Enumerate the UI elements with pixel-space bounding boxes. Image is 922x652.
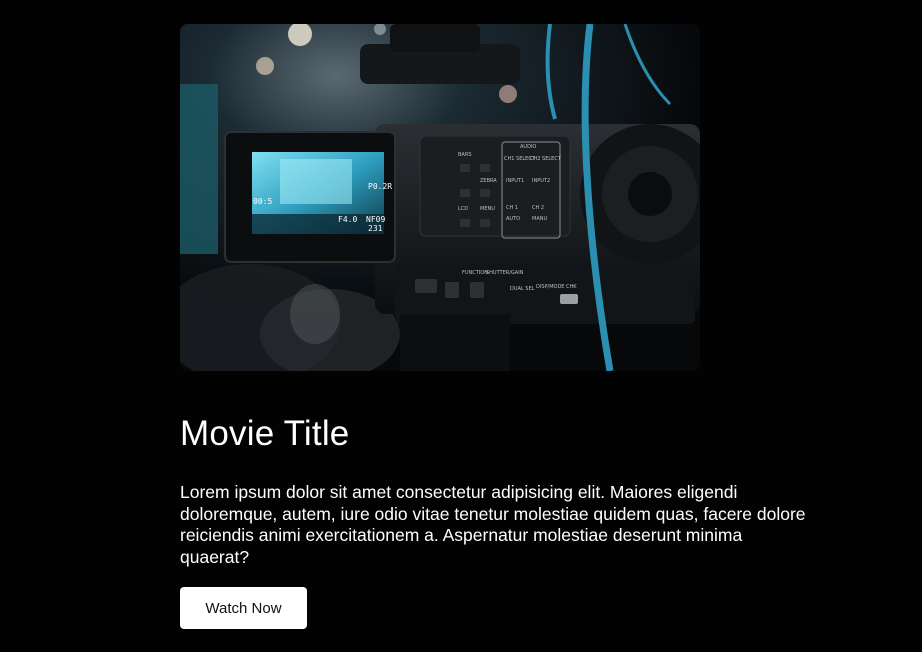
monitor-nf-text: NF09: [366, 215, 385, 224]
dual-label: DUAL SEL: [510, 286, 535, 292]
monitor-fvalue-text: F4.0: [338, 215, 357, 224]
zebra-label: ZEBRA: [480, 178, 497, 184]
auto-label: AUTO: [506, 216, 520, 222]
menu-label: MENU: [480, 206, 495, 212]
movie-description: Lorem ipsum dolor sit amet consectetur a…: [180, 482, 806, 567]
function-label: FUNCTION: [462, 270, 488, 276]
manu-label: MANU: [532, 216, 547, 222]
ch2-select-label: CH2 SELECT: [530, 156, 562, 162]
ch1-label: CH 1: [506, 205, 518, 211]
input2-label: INPUT2: [532, 178, 550, 184]
bars-label: BARS: [458, 152, 472, 158]
monitor-shot-text: P0.2R: [368, 182, 392, 191]
ch2-label: CH 2: [532, 205, 544, 211]
lcd-label: LCD: [458, 206, 468, 212]
movie-title: Movie Title: [180, 414, 350, 453]
monitor-tc-text: 00:5: [253, 197, 272, 206]
shutter-label: SHUTTER/GAIN: [486, 270, 524, 276]
hero-image: P0.2R F4.0 NF09 231 00:5 AUDIO CH1 SELEC…: [180, 24, 700, 371]
disp-label: DISP/MODE CHK: [536, 284, 577, 290]
audio-label: AUDIO: [520, 144, 536, 150]
monitor-num-text: 231: [368, 224, 383, 233]
camera-illustration: P0.2R F4.0 NF09 231 00:5 AUDIO CH1 SELEC…: [180, 24, 700, 371]
page: P0.2R F4.0 NF09 231 00:5 AUDIO CH1 SELEC…: [0, 0, 922, 652]
input1-label: INPUT1: [506, 178, 524, 184]
watch-now-button[interactable]: Watch Now: [180, 587, 307, 629]
